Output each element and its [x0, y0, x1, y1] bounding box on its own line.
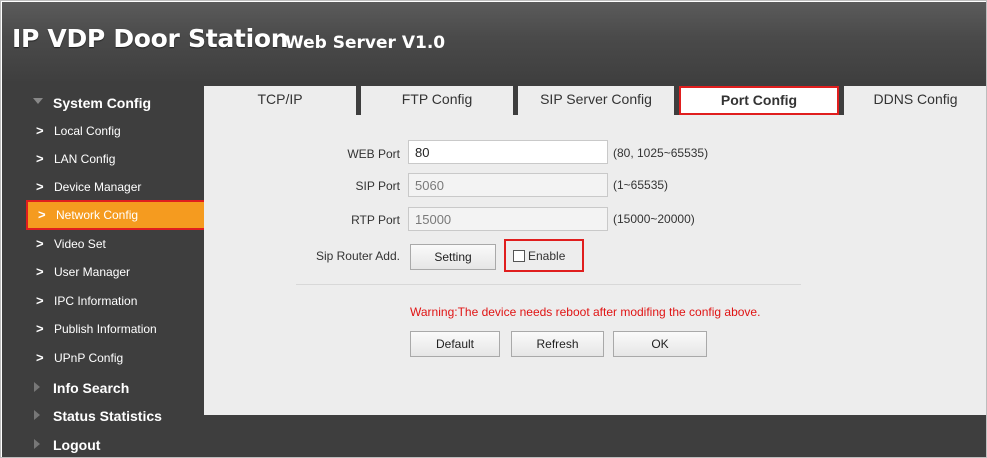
- divider: [296, 284, 801, 285]
- sidebar-section-label: Info Search: [53, 380, 130, 396]
- enable-highlight: Enable: [504, 239, 584, 272]
- sidebar-item-video-set[interactable]: > Video Set: [26, 231, 204, 257]
- rtp-port-hint: (15000~20000): [613, 212, 695, 226]
- rtp-port-input: [408, 207, 608, 231]
- tab-tcpip[interactable]: TCP/IP: [204, 86, 356, 115]
- default-button[interactable]: Default: [410, 331, 500, 357]
- sidebar-section-system-config[interactable]: System Config: [2, 90, 204, 116]
- tab-ddns-config[interactable]: DDNS Config: [844, 86, 986, 115]
- sidebar-item-label: IPC Information: [54, 294, 138, 308]
- reboot-warning: Warning:The device needs reboot after mo…: [410, 305, 761, 319]
- chevron-right-icon: >: [36, 179, 44, 194]
- chevron-right-icon: >: [36, 236, 44, 251]
- enable-label: Enable: [528, 249, 566, 263]
- sidebar-item-device-manager[interactable]: > Device Manager: [26, 174, 204, 200]
- web-port-hint: (80, 1025~65535): [613, 146, 709, 160]
- chevron-right-icon: >: [38, 207, 46, 222]
- app-title: IP VDP Door Station: [12, 24, 289, 53]
- sidebar-item-label: Device Manager: [54, 180, 142, 194]
- collapse-arrow-icon: [34, 382, 40, 392]
- sidebar-item-label: Local Config: [54, 124, 121, 138]
- app-window: IP VDP Door Station Web Server V1.0 Syst…: [0, 0, 987, 458]
- sidebar-item-label: Publish Information: [54, 322, 157, 336]
- sidebar-item-label: User Manager: [54, 265, 131, 279]
- header: IP VDP Door Station Web Server V1.0: [2, 2, 986, 81]
- chevron-right-icon: >: [36, 350, 44, 365]
- bottom-bar: [204, 415, 986, 457]
- sidebar-section-label: System Config: [53, 95, 152, 111]
- app-subtitle: Web Server V1.0: [285, 33, 446, 53]
- sidebar-item-label: Video Set: [54, 237, 106, 251]
- collapse-arrow-icon: [34, 410, 40, 420]
- sip-port-label: SIP Port: [355, 179, 400, 193]
- sidebar-item-network-config[interactable]: > Network Config: [26, 200, 206, 230]
- chevron-right-icon: >: [36, 151, 44, 166]
- enable-checkbox[interactable]: [513, 250, 525, 262]
- sip-router-label: Sip Router Add.: [315, 249, 400, 263]
- chevron-right-icon: >: [36, 321, 44, 336]
- sidebar-section-label: Logout: [53, 437, 101, 453]
- sidebar-item-upnp-config[interactable]: > UPnP Config: [26, 345, 204, 371]
- web-port-label: WEB Port: [347, 147, 400, 161]
- chevron-right-icon: >: [36, 123, 44, 138]
- tab-port-config[interactable]: Port Config: [679, 86, 839, 115]
- chevron-right-icon: >: [36, 293, 44, 308]
- sidebar-item-label: LAN Config: [54, 152, 116, 166]
- sidebar-item-user-manager[interactable]: > User Manager: [26, 259, 204, 285]
- sip-port-input: [408, 173, 608, 197]
- sidebar-section-info-search[interactable]: Info Search: [2, 375, 204, 401]
- setting-button[interactable]: Setting: [410, 244, 496, 270]
- sidebar: System Config > Local Config > LAN Confi…: [2, 81, 206, 457]
- chevron-right-icon: >: [36, 264, 44, 279]
- sidebar-item-local-config[interactable]: > Local Config: [26, 118, 204, 144]
- tab-bar: TCP/IP FTP Config SIP Server Config Port…: [204, 81, 986, 115]
- sip-port-hint: (1~65535): [613, 178, 669, 192]
- rtp-port-label: RTP Port: [351, 213, 400, 227]
- tab-ftp-config[interactable]: FTP Config: [361, 86, 513, 115]
- sidebar-item-lan-config[interactable]: > LAN Config: [26, 146, 204, 172]
- refresh-button[interactable]: Refresh: [511, 331, 604, 357]
- sidebar-item-label: Network Config: [56, 208, 139, 222]
- tab-sip-server-config[interactable]: SIP Server Config: [518, 86, 674, 115]
- collapse-arrow-icon: [34, 439, 40, 449]
- sidebar-item-publish-information[interactable]: > Publish Information: [26, 316, 204, 342]
- sidebar-section-label: Status Statistics: [53, 408, 162, 424]
- sidebar-section-logout[interactable]: Logout: [2, 432, 204, 457]
- sidebar-item-ipc-information[interactable]: > IPC Information: [26, 288, 204, 314]
- sidebar-item-label: UPnP Config: [54, 351, 124, 365]
- ok-button[interactable]: OK: [613, 331, 707, 357]
- expand-arrow-icon: [33, 98, 43, 104]
- sidebar-section-status-statistics[interactable]: Status Statistics: [2, 403, 204, 429]
- web-port-input[interactable]: [408, 140, 608, 164]
